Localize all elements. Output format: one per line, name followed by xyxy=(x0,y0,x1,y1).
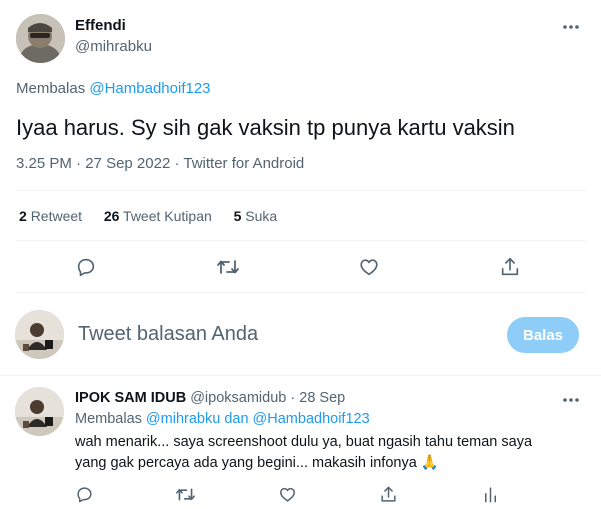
likes-stat[interactable]: 5 Suka xyxy=(234,208,278,224)
tweet-text: Iyaa harus. Sy sih gak vaksin tp punya k… xyxy=(16,115,515,140)
likes-count: 5 xyxy=(233,208,242,224)
reply-button[interactable]: Balas xyxy=(507,317,579,353)
retweet-icon[interactable] xyxy=(168,477,202,509)
share-icon[interactable] xyxy=(371,477,405,509)
likes-label: Suka xyxy=(245,208,278,224)
separator: · xyxy=(290,390,296,406)
reply-date[interactable]: 28 Sep xyxy=(299,390,345,406)
tweet-date[interactable]: 27 Sep 2022 xyxy=(85,155,170,172)
reply-author-name[interactable]: IPOK SAM IDUB xyxy=(75,390,186,406)
reply-text: wah menarik... saya screenshoot dulu ya,… xyxy=(75,432,532,474)
author-avatar[interactable] xyxy=(16,14,65,63)
reply-header: IPOK SAM IDUB @ipoksamidub · 28 Sep xyxy=(75,390,345,406)
replying-to-conjunction: dan xyxy=(224,411,249,427)
reply-author-handle[interactable]: @ipoksamidub xyxy=(190,390,286,406)
quotes-count: 26 xyxy=(103,208,120,224)
tweet-timestamp: 3.25 PM · 27 Sep 2022 · Twitter for Andr… xyxy=(16,155,304,172)
replying-to-handle[interactable]: @mihrabku xyxy=(146,411,220,427)
tweet-stats: 2 Retweet 26 Tweet Kutipan 5 Suka xyxy=(19,208,277,224)
quotes-stat[interactable]: 26 Tweet Kutipan xyxy=(104,208,216,224)
divider xyxy=(16,292,586,293)
divider xyxy=(16,240,586,241)
author-name[interactable]: Effendi xyxy=(75,17,126,34)
separator: · xyxy=(76,155,82,172)
avatar-photo xyxy=(16,14,65,63)
avatar-photo xyxy=(15,387,64,436)
replying-to-label: Membalas xyxy=(75,411,142,427)
tweet-time[interactable]: 3.25 PM xyxy=(16,155,72,172)
more-options-icon[interactable] xyxy=(554,10,588,44)
quotes-label: Tweet Kutipan xyxy=(123,208,212,224)
praying-hands-emoji: 🙏 xyxy=(420,455,439,471)
user-avatar[interactable] xyxy=(15,310,64,359)
retweet-icon[interactable] xyxy=(211,250,245,284)
reply-text-line: yang gak percaya ada yang begini... maka… xyxy=(75,453,532,474)
like-icon[interactable] xyxy=(270,477,304,509)
avatar-photo xyxy=(15,310,64,359)
reply-author-avatar[interactable] xyxy=(15,387,64,436)
reply-text-segment: yang gak percaya ada yang begini... maka… xyxy=(75,455,417,471)
analytics-icon[interactable] xyxy=(473,477,507,509)
retweets-label: Retweet xyxy=(30,208,83,224)
retweets-stat[interactable]: 2 Retweet xyxy=(19,208,86,224)
reply-icon[interactable] xyxy=(67,477,101,509)
retweets-count: 2 xyxy=(19,208,27,224)
replying-to-line: Membalas @Hambadhoif123 xyxy=(16,80,211,97)
separator: · xyxy=(174,155,180,172)
more-options-icon[interactable] xyxy=(554,383,588,417)
reply-replying-to: Membalas @mihrabku dan @Hambadhoif123 xyxy=(75,411,370,427)
divider xyxy=(0,375,601,376)
reply-icon[interactable] xyxy=(69,250,103,284)
replying-to-label: Membalas xyxy=(16,80,86,97)
divider xyxy=(16,190,586,191)
replying-to-handle[interactable]: @Hambadhoif123 xyxy=(253,411,370,427)
reply-composer-input[interactable]: Tweet balasan Anda xyxy=(78,323,258,346)
reply-text-line: wah menarik... saya screenshoot dulu ya,… xyxy=(75,434,533,450)
share-icon[interactable] xyxy=(493,250,527,284)
replying-to-handle[interactable]: @Hambadhoif123 xyxy=(89,80,210,97)
like-icon[interactable] xyxy=(352,250,386,284)
tweet-source[interactable]: Twitter for Android xyxy=(183,155,304,172)
author-handle[interactable]: @mihrabku xyxy=(75,38,152,55)
